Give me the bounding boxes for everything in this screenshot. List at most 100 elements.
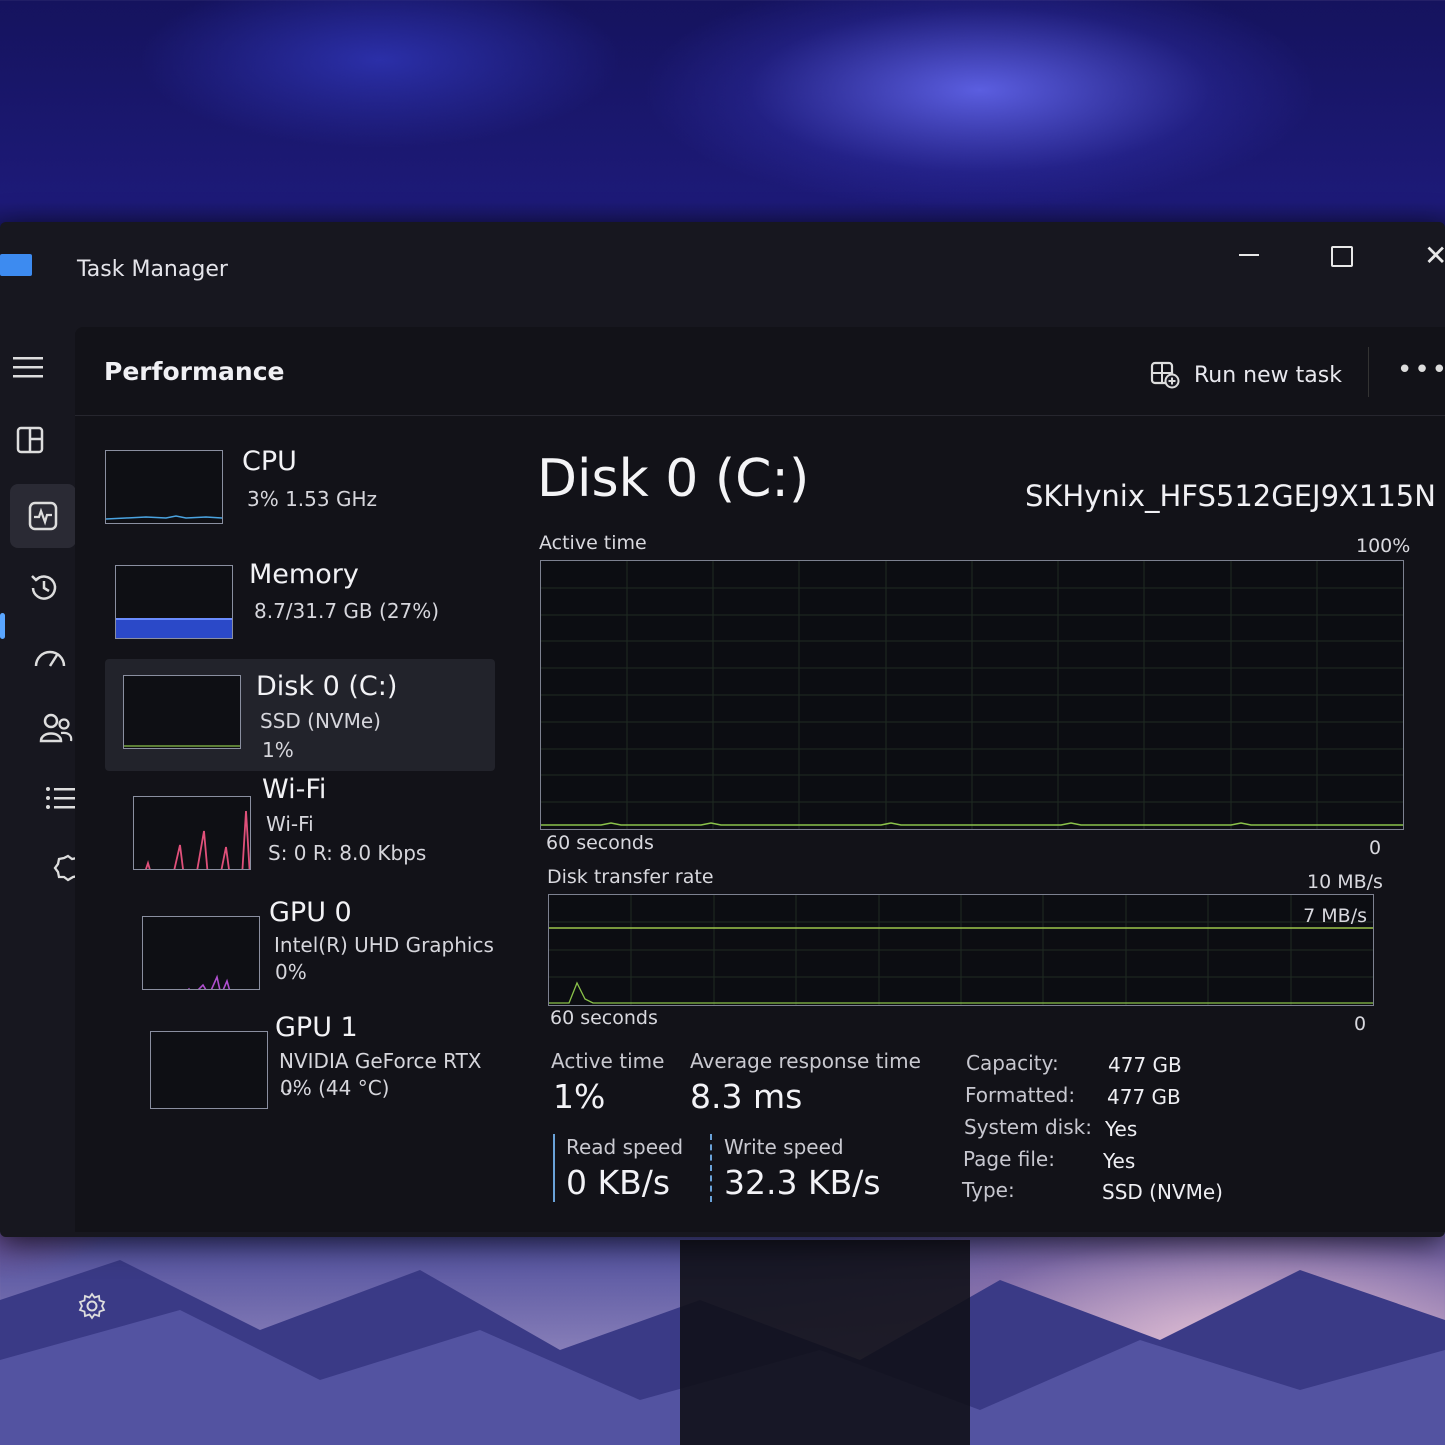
read-speed-marker [553,1134,555,1202]
history-icon [31,575,57,600]
device-usage: 0% [275,960,307,984]
system-disk-label: System disk: [964,1115,1092,1139]
device-name: GPU 0 [269,897,352,928]
device-item-gpu1[interactable]: GPU 1 NVIDIA GeForce RTX ... 0% (44 °C) [105,1012,495,1127]
nav-startup-apps[interactable] [22,630,78,686]
device-item-wifi[interactable]: Wi-Fi Wi-Fi S: 0 R: 8.0 Kbps [105,774,495,894]
run-new-task-label: Run new task [1194,362,1342,388]
device-name: GPU 1 [275,1012,358,1043]
users-icon [39,713,73,743]
transfer-rate-graph-min: 0 [1354,1013,1367,1035]
formatted-value: 477 GB [1107,1085,1181,1109]
active-time-graph-max: 100% [1356,535,1411,557]
device-throughput: S: 0 R: 8.0 Kbps [268,841,427,865]
active-time-graph [540,560,1404,830]
close-icon: ✕ [1424,239,1445,272]
nav-performance[interactable] [10,484,76,548]
page-file-value: Yes [1103,1149,1136,1173]
formatted-label: Formatted: [965,1083,1076,1107]
window-title: Task Manager [77,257,228,282]
hamburger-icon [13,357,43,378]
device-name: Memory [249,559,359,590]
more-options-button[interactable]: ••• [1397,355,1445,385]
capacity-label: Capacity: [966,1051,1059,1075]
gpu0-sparkline [187,974,231,989]
transfer-rate-line-label: 7 MB/s [1303,905,1367,927]
wallpaper-mountains [0,1240,1445,1445]
wifi-sparkline [145,810,250,869]
device-detail: Intel(R) UHD Graphics [274,933,494,957]
device-item-cpu[interactable]: CPU 3% 1.53 GHz [105,432,495,544]
response-time-value: 8.3 ms [690,1077,803,1116]
transfer-rate-graph-max: 10 MB/s [1307,871,1383,893]
active-time-plot [541,561,1403,829]
capacity-value: 477 GB [1108,1053,1182,1077]
device-detail: 3% 1.53 GHz [247,487,378,511]
sidebar-nav [0,332,106,1320]
task-manager-icon [0,254,32,276]
speedometer-icon [34,650,66,667]
performance-page: Performance Run new task ••• CPU 3% 1.53… [75,327,1445,1232]
memory-thumbnail-graph [115,565,233,639]
disk-title: Disk 0 (C:) [537,449,810,509]
nav-app-history[interactable] [16,560,72,616]
read-speed-label: Read speed [566,1135,684,1159]
processes-icon [16,426,44,454]
active-time-graph-time: 60 seconds [546,832,654,854]
page-file-label: Page file: [963,1147,1055,1171]
device-item-gpu0[interactable]: GPU 0 Intel(R) UHD Graphics 0% [105,897,495,1014]
device-name: Wi-Fi [262,774,327,805]
write-speed-value: 32.3 KB/s [724,1163,881,1202]
list-icon [46,787,78,809]
transfer-rate-graph: 7 MB/s [548,894,1374,1006]
type-label: Type: [962,1178,1015,1202]
transfer-rate-graph-time: 60 seconds [550,1007,658,1029]
write-speed-marker [710,1134,712,1202]
cpu-sparkline [106,515,222,520]
device-name: Disk 0 (C:) [256,671,398,702]
disk-model: SKHynix_HFS512GEJ9X115N [1025,479,1436,513]
system-disk-value: Yes [1105,1117,1138,1141]
nav-processes[interactable] [2,412,58,468]
transfer-rate-plot [549,895,1373,1005]
wifi-thumbnail-graph [133,796,251,870]
disk-sparkline [124,745,240,747]
disk-thumbnail-graph [123,675,241,749]
title-bar: Task Manager ✕ [0,222,1445,322]
type-value: SSD (NVMe) [1102,1180,1223,1204]
page-header: Performance Run new task ••• [75,327,1445,416]
maximize-button[interactable] [1318,236,1368,276]
active-time-stat-label: Active time [551,1049,665,1073]
settings-button[interactable] [78,1292,106,1327]
memory-fill [116,618,232,638]
page-title: Performance [104,357,285,386]
response-time-label: Average response time [690,1049,921,1073]
performance-icon [28,501,58,531]
device-usage: 0% (44 °C) [280,1076,390,1100]
write-speed-label: Write speed [724,1135,844,1159]
task-manager-window: Task Manager ✕ Performance Run new task … [0,222,1445,1320]
transfer-rate-graph-label: Disk transfer rate [547,866,714,888]
minimize-button[interactable] [1225,236,1275,276]
device-item-memory[interactable]: Memory 8.7/31.7 GB (27%) [105,547,495,659]
run-new-task-button[interactable]: Run new task [1150,355,1342,395]
read-speed-value: 0 KB/s [566,1163,671,1202]
header-divider [1368,347,1369,397]
gpu0-thumbnail-graph [142,916,260,990]
active-nav-indicator [0,613,5,639]
gear-icon [78,1292,106,1320]
close-button[interactable]: ✕ [1408,236,1445,276]
active-time-graph-label: Active time [539,532,647,554]
run-task-icon [1150,361,1180,389]
cpu-thumbnail-graph [105,450,223,524]
hamburger-menu-button[interactable] [0,340,56,396]
device-detail: SSD (NVMe) [260,709,381,733]
device-name: CPU [242,446,297,477]
active-time-graph-min: 0 [1369,837,1382,859]
device-usage: 1% [262,738,294,762]
active-time-stat-value: 1% [553,1077,606,1116]
device-item-disk0[interactable]: Disk 0 (C:) SSD (NVMe) 1% [105,659,495,771]
device-detail: 8.7/31.7 GB (27%) [254,599,440,623]
gpu1-thumbnail-graph [150,1031,268,1109]
device-detail: Wi-Fi [266,812,314,836]
